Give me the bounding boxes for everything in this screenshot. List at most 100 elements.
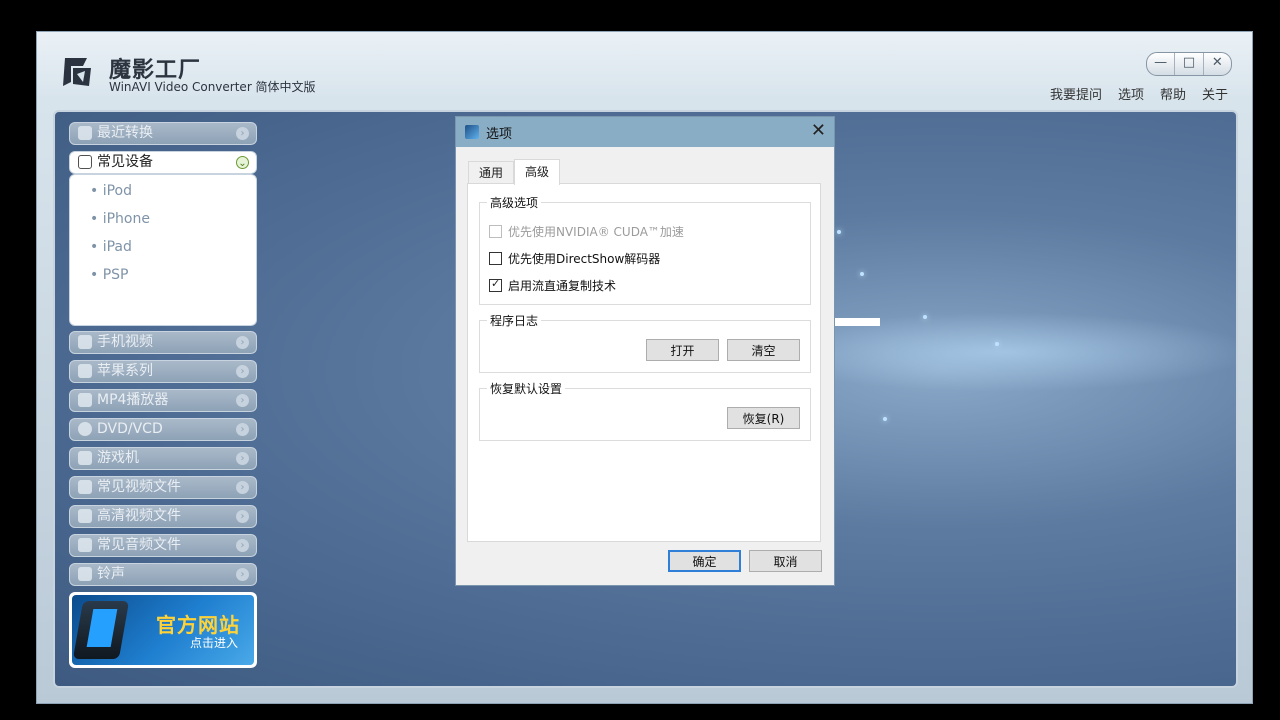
window-controls: — □ ✕ xyxy=(1146,52,1232,76)
minimize-icon[interactable]: — xyxy=(1147,53,1176,75)
official-site-banner[interactable]: 官方网站 点击进入 xyxy=(69,592,257,668)
chevron-right-icon: › xyxy=(236,423,249,436)
sidebar-item-label: 常见视频文件 xyxy=(97,479,181,495)
sidebar-item-ringtone[interactable]: 铃声 › xyxy=(69,563,257,586)
restore-button[interactable]: 恢复(R) xyxy=(727,407,800,429)
chevron-right-icon: › xyxy=(236,336,249,349)
chevron-right-icon: › xyxy=(236,568,249,581)
program-log-group: 程序日志 打开 清空 xyxy=(479,312,811,373)
disc-icon xyxy=(78,422,92,436)
sidebar-item-label: MP4播放器 xyxy=(97,392,169,408)
sidebar-item-label: 常见设备 xyxy=(97,154,153,170)
chevron-down-icon: ⌄ xyxy=(236,156,249,169)
sparkle xyxy=(837,230,841,234)
apple-icon xyxy=(78,364,92,378)
sidebar-item-recent[interactable]: 最近转换 › xyxy=(69,122,257,145)
menu-about[interactable]: 关于 xyxy=(1202,84,1228,103)
sidebar-item-hd-video[interactable]: 高清视频文件 › xyxy=(69,505,257,528)
film-icon xyxy=(78,480,92,494)
clock-icon xyxy=(78,126,92,140)
group-legend: 高级选项 xyxy=(487,194,542,211)
dialog-tabs: 通用 高级 xyxy=(468,159,561,185)
sidebar-item-common-devices[interactable]: 常见设备 ⌄ xyxy=(69,151,257,174)
sidebar-item-label: 苹果系列 xyxy=(97,363,153,379)
menu-options[interactable]: 选项 xyxy=(1118,84,1144,103)
cancel-button[interactable]: 取消 xyxy=(749,550,822,572)
ok-button[interactable]: 确定 xyxy=(668,550,741,572)
banner-image: 官方网站 点击进入 xyxy=(72,595,254,665)
sparkle xyxy=(860,272,864,276)
advanced-options-group: 高级选项 优先使用NVIDIA® CUDA™加速 优先使用DirectShow解… xyxy=(479,194,811,305)
chevron-right-icon: › xyxy=(236,481,249,494)
sidebar-item-label: 游戏机 xyxy=(97,450,139,466)
device-item-ipod[interactable]: • iPod xyxy=(70,177,256,205)
open-log-button[interactable]: 打开 xyxy=(646,339,719,361)
chevron-right-icon: › xyxy=(236,127,249,140)
tab-advanced[interactable]: 高级 xyxy=(514,159,561,185)
hd-icon xyxy=(78,509,92,523)
checkbox-label: 优先使用NVIDIA® CUDA™加速 xyxy=(508,225,684,239)
close-icon[interactable]: ✕ xyxy=(1204,53,1231,75)
sidebar-item-label: 高清视频文件 xyxy=(97,508,181,524)
gamepad-icon xyxy=(78,451,92,465)
dialog-titlebar[interactable]: 选项 ✕ xyxy=(456,117,834,147)
cuda-checkbox[interactable]: 优先使用NVIDIA® CUDA™加速 xyxy=(489,223,684,240)
sidebar-item-common-audio[interactable]: 常见音频文件 › xyxy=(69,534,257,557)
group-legend: 恢复默认设置 xyxy=(487,380,566,397)
tab-panel-advanced: 高级选项 优先使用NVIDIA® CUDA™加速 优先使用DirectShow解… xyxy=(467,183,821,542)
sidebar-item-common-video[interactable]: 常见视频文件 › xyxy=(69,476,257,499)
sidebar-item-label: 铃声 xyxy=(97,566,125,582)
chevron-right-icon: › xyxy=(236,539,249,552)
mp4-player-icon xyxy=(78,393,92,407)
group-legend: 程序日志 xyxy=(487,312,542,329)
checkbox-label: 优先使用DirectShow解码器 xyxy=(508,252,661,266)
checkbox-box xyxy=(489,225,502,238)
options-dialog: 选项 ✕ 通用 高级 高级选项 优先使用NVIDIA® CUDA™加速 优先使用… xyxy=(455,116,835,586)
clear-log-button[interactable]: 清空 xyxy=(727,339,800,361)
sidebar-item-apple[interactable]: 苹果系列 › xyxy=(69,360,257,383)
app-logo-icon xyxy=(63,58,91,86)
sparkle xyxy=(995,342,999,346)
sparkle xyxy=(883,417,887,421)
chevron-right-icon: › xyxy=(236,510,249,523)
menu-help[interactable]: 帮助 xyxy=(1160,84,1186,103)
sidebar-item-game-console[interactable]: 游戏机 › xyxy=(69,447,257,470)
sidebar-item-label: 常见音频文件 xyxy=(97,537,181,553)
directshow-checkbox[interactable]: 优先使用DirectShow解码器 xyxy=(489,250,660,267)
sidebar-item-phone-video[interactable]: 手机视频 › xyxy=(69,331,257,354)
banner-subtitle: 点击进入 xyxy=(189,636,238,650)
dialog-close-icon[interactable]: ✕ xyxy=(811,120,826,141)
background-glow xyxy=(835,312,1236,392)
sidebar-item-dvd-vcd[interactable]: DVD/VCD › xyxy=(69,418,257,441)
sidebar-item-label: 手机视频 xyxy=(97,334,153,350)
menu-ask-question[interactable]: 我要提问 xyxy=(1050,84,1102,103)
device-list: • iPod • iPhone • iPad • PSP xyxy=(69,174,257,326)
checkbox-label: 启用流直通复制技术 xyxy=(508,279,617,293)
app-icon xyxy=(465,125,479,139)
top-menu: 我要提问 选项 帮助 关于 xyxy=(1050,84,1228,103)
checkbox-box-checked xyxy=(489,277,502,292)
chevron-right-icon: › xyxy=(236,452,249,465)
sidebar: 最近转换 › 常见设备 ⌄ • iPod • iPhone • iPad • P… xyxy=(69,122,257,668)
maximize-icon[interactable]: □ xyxy=(1175,53,1204,75)
background-highlight xyxy=(835,318,880,326)
device-item-psp[interactable]: • PSP xyxy=(70,261,256,289)
tab-general[interactable]: 通用 xyxy=(468,161,515,184)
sparkle xyxy=(923,315,927,319)
sidebar-item-label: DVD/VCD xyxy=(97,421,163,437)
brand-subtitle: WinAVI Video Converter 简体中文版 xyxy=(109,80,316,94)
device-item-iphone[interactable]: • iPhone xyxy=(70,205,256,233)
chevron-right-icon: › xyxy=(236,365,249,378)
dialog-title: 选项 xyxy=(486,127,513,142)
restore-defaults-group: 恢复默认设置 恢复(R) xyxy=(479,380,811,441)
chevron-right-icon: › xyxy=(236,394,249,407)
checkbox-box xyxy=(489,252,502,265)
music-note-icon xyxy=(78,538,92,552)
bell-icon xyxy=(78,567,92,581)
sidebar-item-mp4-player[interactable]: MP4播放器 › xyxy=(69,389,257,412)
stream-copy-checkbox[interactable]: 启用流直通复制技术 xyxy=(489,277,616,294)
device-item-ipad[interactable]: • iPad xyxy=(70,233,256,261)
phone-icon xyxy=(78,335,92,349)
sidebar-item-label: 最近转换 xyxy=(97,125,153,141)
arrow-right-box-icon xyxy=(78,155,92,169)
